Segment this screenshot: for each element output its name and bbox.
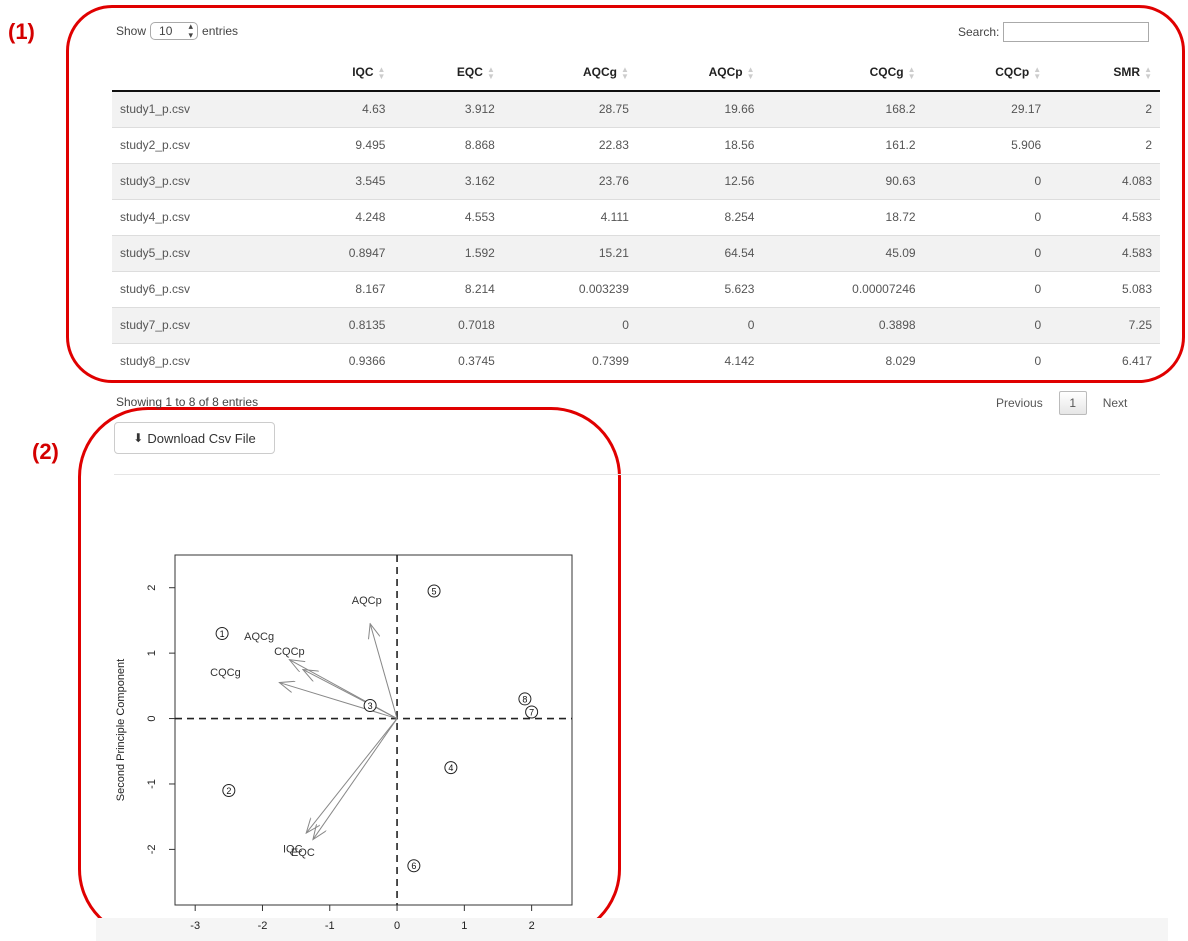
loading-label: AQCg — [244, 631, 274, 643]
observation-label: 3 — [368, 701, 373, 711]
x-tick-label: -1 — [325, 920, 335, 932]
y-tick-label: -1 — [146, 779, 158, 789]
x-tick-label: -3 — [190, 920, 200, 932]
loading-label: EQC — [291, 847, 315, 859]
observation-label: 2 — [226, 786, 231, 796]
observation-label: 5 — [432, 586, 437, 596]
observation-label: 4 — [448, 763, 453, 773]
pca-biplot: -3 -2 -1 0 1 2 2 1 0 -1 -2 Second Principle Compone… — [115, 554, 573, 932]
loading-label: AQCp — [352, 595, 382, 607]
x-tick-label: 2 — [529, 920, 535, 932]
x-tick-label: -2 — [258, 920, 268, 932]
y-tick-label: -2 — [146, 845, 158, 855]
observation-label: 1 — [220, 629, 225, 639]
observation-label: 7 — [529, 708, 534, 718]
loading-label: CQCg — [210, 667, 241, 679]
plot-frame — [174, 554, 573, 906]
x-tick-label: 0 — [394, 920, 400, 932]
y-axis-label: Second Principle Component — [115, 659, 127, 801]
observation-label: 8 — [522, 694, 527, 704]
observation-label: 6 — [411, 861, 416, 871]
loading-label: CQCp — [274, 646, 305, 658]
y-tick-label: 1 — [146, 650, 158, 656]
x-tick-label: 1 — [461, 920, 467, 932]
y-tick-label: 2 — [146, 585, 158, 591]
y-tick-label: 0 — [146, 715, 158, 721]
